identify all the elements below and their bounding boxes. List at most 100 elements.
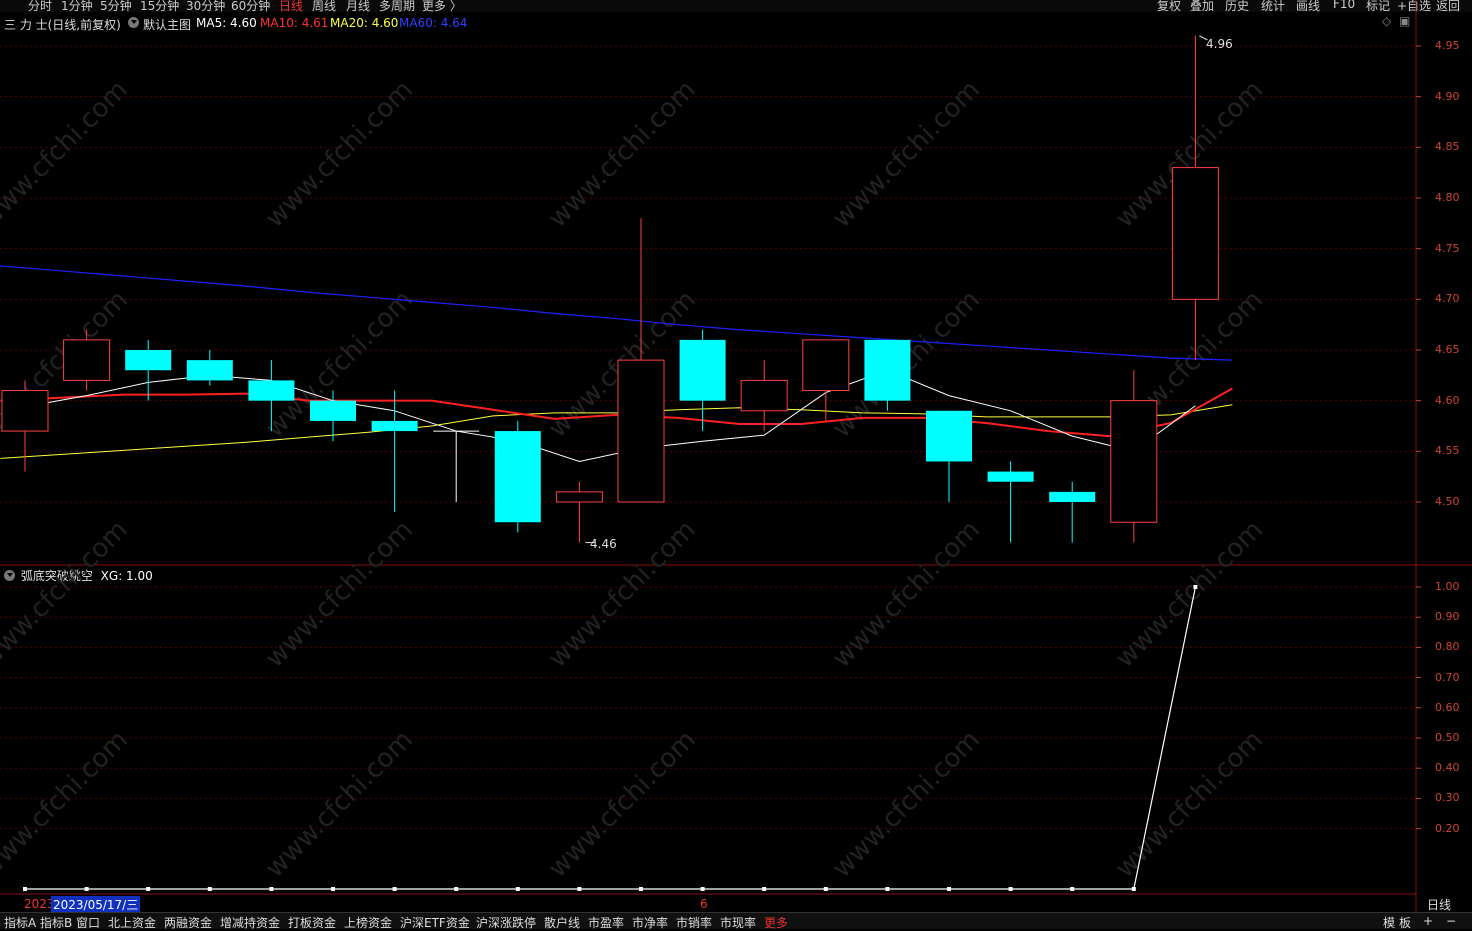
xg-point-6 (392, 887, 397, 891)
watermark-text: www.cfchi.com (0, 515, 134, 674)
indicator-tick-label: 0.20 (1435, 821, 1460, 835)
candle-body-13 (802, 339, 850, 392)
candle-body-5 (310, 400, 356, 421)
indicator-tick-label: 0.40 (1435, 761, 1460, 775)
watermark-text: www.cfchi.com (543, 725, 702, 884)
xg-point-14 (885, 887, 890, 891)
xg-point-4 (269, 887, 274, 891)
watermark-text: www.cfchi.com (260, 725, 419, 884)
indicator-tick-label: 0.70 (1435, 670, 1460, 684)
candle-body-15 (926, 410, 972, 462)
ma60-line (0, 265, 1233, 361)
watermark-text: www.cfchi.com (827, 75, 986, 234)
kline-chart[interactable]: www.cfchi.com www.cfchi.com www.cfchi.com w… (0, 0, 1472, 928)
candle-body-17 (1049, 491, 1096, 502)
candle-body-11 (679, 339, 726, 401)
indicator-tab-7[interactable]: 上榜资金 (344, 914, 392, 931)
price-tick-label: 4.80 (1435, 191, 1460, 204)
candle-body-6 (371, 420, 418, 432)
indicator-tab-3[interactable]: 北上资金 (108, 914, 156, 931)
candle-body-0 (1, 390, 49, 432)
xg-point-16 (1008, 887, 1013, 891)
candle-body-14 (864, 339, 911, 401)
xg-point-15 (947, 887, 951, 891)
xg-point-13 (823, 887, 828, 891)
low-price-label: 4.46 (590, 537, 617, 551)
candle-body-9 (555, 491, 603, 503)
candle-body-2 (125, 350, 172, 371)
indicator-tab-5[interactable]: 增减持资金 (220, 914, 280, 931)
watermark-text: www.cfchi.com (260, 75, 419, 234)
price-tick-label: 4.95 (1435, 39, 1460, 52)
indicator-tab-13[interactable]: 市销率 (676, 914, 712, 931)
xg-point-9 (577, 887, 582, 891)
price-tick-label: 4.60 (1435, 393, 1460, 407)
watermark-text: www.cfchi.com (0, 75, 134, 234)
xg-point-1 (84, 887, 89, 891)
bottom-right-control-2[interactable]: + (1423, 914, 1433, 928)
indicator-tick-label: 0.30 (1435, 791, 1460, 805)
indicator-tab-10[interactable]: 散户线 (544, 914, 580, 931)
indicator-tick-label: 1.00 (1435, 580, 1460, 593)
bottom-right-control-3[interactable]: − (1446, 914, 1456, 928)
ma10-line (0, 387, 1233, 438)
year-label: 2023 (24, 897, 55, 911)
xg-point-18 (1131, 887, 1136, 891)
candle-body-3 (186, 360, 233, 381)
xg-point-11 (700, 887, 705, 891)
candle-body-12 (740, 379, 788, 412)
period-label-right[interactable]: 日线 (1427, 896, 1451, 913)
indicator-tick-label: 0.60 (1435, 700, 1460, 714)
month-mark: 6 (700, 897, 708, 911)
price-tick-label: 4.85 (1435, 140, 1460, 154)
candle-body-16 (987, 471, 1034, 482)
watermark-text: www.cfchi.com (827, 515, 986, 674)
candle-body-18 (1110, 400, 1158, 523)
indicator-tab-15[interactable]: 更多 (764, 914, 788, 931)
price-tick-label: 4.70 (1435, 292, 1460, 306)
xg-point-8 (515, 887, 520, 891)
indicator-tab-11[interactable]: 市盈率 (588, 914, 624, 931)
watermark-text: www.cfchi.com (827, 725, 986, 884)
watermark-text: www.cfchi.com (543, 75, 702, 234)
indicator-tick-label: 0.90 (1435, 610, 1460, 624)
watermark-text: www.cfchi.com (0, 725, 134, 884)
candle-body-8 (494, 431, 541, 523)
candle-body-10 (617, 359, 665, 503)
indicator-tab-8[interactable]: 沪深ETF资金 (400, 914, 470, 931)
indicator-tab-6[interactable]: 打板资金 (288, 914, 336, 931)
price-tick-label: 4.65 (1435, 343, 1460, 356)
price-tick-label: 4.75 (1435, 241, 1460, 255)
indicator-tabs-bar: 指标A 指标B 窗口 北上资金 两融资金 增减持资金 打板资金 上榜资金 沪深ETF资金 沪深涨跌… (0, 912, 1472, 931)
xg-point-10 (639, 887, 643, 891)
candle-body-19 (1171, 167, 1219, 300)
xg-point-17 (1070, 887, 1075, 891)
indicator-tab-0[interactable]: 指标A (4, 914, 36, 931)
indicator-tab-14[interactable]: 市现率 (720, 914, 756, 931)
price-tick-label: 4.90 (1435, 89, 1460, 103)
indicator-tab-9[interactable]: 沪深涨跌停 (476, 914, 536, 931)
candle-body-4 (248, 380, 295, 401)
indicator-tab-4[interactable]: 两融资金 (164, 914, 212, 931)
bottom-right-control-1[interactable]: 板 (1399, 914, 1411, 931)
indicator-tab-1[interactable]: 指标B (40, 914, 72, 931)
xg-point-2 (146, 887, 151, 891)
cursor-date-label: 2023/05/17/三 (51, 896, 141, 913)
xg-point-0 (23, 887, 27, 891)
watermark-text: www.cfchi.com (260, 515, 419, 674)
high-price-label: 4.96 (1206, 37, 1233, 51)
candle-body-1 (63, 339, 111, 381)
price-tick-label: 4.50 (1435, 495, 1460, 508)
watermark-text: www.cfchi.com (543, 515, 702, 674)
xg-point-5 (331, 887, 335, 891)
xg-point-12 (762, 887, 767, 891)
indicator-tab-12[interactable]: 市净率 (632, 914, 668, 931)
xg-point-7 (454, 887, 459, 891)
bottom-right-control-0[interactable]: 模 (1383, 914, 1395, 931)
indicator-tick-label: 0.50 (1435, 731, 1460, 744)
indicator-tab-2[interactable]: 窗口 (76, 914, 100, 931)
xg-point-19 (1193, 585, 1198, 589)
price-tick-label: 4.55 (1435, 444, 1460, 458)
watermark-text: www.cfchi.com (1110, 725, 1269, 884)
xg-point-3 (207, 887, 212, 891)
